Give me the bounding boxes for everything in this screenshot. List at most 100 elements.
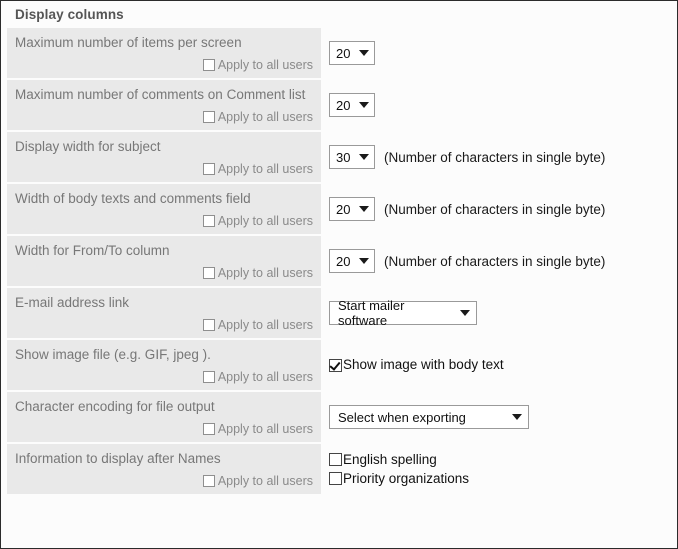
apply-to-all-users-label: Apply to all users xyxy=(217,318,313,332)
english-spelling-control[interactable]: English spelling xyxy=(329,452,672,468)
row-label-cell: Information to display after Names Apply… xyxy=(7,443,321,496)
apply-to-all-users-label: Apply to all users xyxy=(217,162,313,176)
value-wrapper: 20 (Number of characters in single byte) xyxy=(329,249,672,273)
setting-label: Maximum number of comments on Comment li… xyxy=(15,87,306,102)
row-label-cell: Maximum number of comments on Comment li… xyxy=(7,79,321,132)
show-image-with-body-text-label: Show image with body text xyxy=(343,357,504,372)
apply-to-all-users-label: Apply to all users xyxy=(217,370,313,384)
table-row: Maximum number of comments on Comment li… xyxy=(7,79,672,132)
apply-to-all-users-control[interactable]: Apply to all users xyxy=(15,370,313,384)
page-title: Display columns xyxy=(15,7,124,22)
row-label-cell: Show image file (e.g. GIF, jpeg ). Apply… xyxy=(7,339,321,392)
table-row: Width for From/To column Apply to all us… xyxy=(7,235,672,288)
table-row: Character encoding for file output Apply… xyxy=(7,391,672,444)
chevron-down-icon xyxy=(359,258,369,264)
single-byte-hint: (Number of characters in single byte) xyxy=(384,201,606,217)
apply-to-all-users-checkbox[interactable] xyxy=(202,423,215,435)
row-label-cell: E-mail address link Apply to all users xyxy=(7,287,321,340)
value-wrapper: 20 xyxy=(329,41,672,65)
chevron-down-icon xyxy=(359,102,369,108)
apply-to-all-users-checkbox[interactable] xyxy=(202,267,215,279)
table-row: Maximum number of items per screen Apply… xyxy=(7,28,672,80)
body-width-select[interactable]: 20 xyxy=(329,197,375,221)
setting-label: Information to display after Names xyxy=(15,451,221,466)
row-value-cell: 30 (Number of characters in single byte) xyxy=(321,131,672,184)
select-value: 20 xyxy=(336,253,351,269)
chevron-down-icon xyxy=(359,206,369,212)
show-image-with-body-text-checkbox[interactable] xyxy=(329,358,342,372)
english-spelling-checkbox[interactable] xyxy=(329,453,342,466)
max-comments-select[interactable]: 20 xyxy=(329,93,375,117)
table-row: E-mail address link Apply to all users S… xyxy=(7,287,672,340)
chevron-down-icon xyxy=(460,310,470,316)
subject-width-select[interactable]: 30 xyxy=(329,145,375,169)
apply-to-all-users-checkbox[interactable] xyxy=(202,215,215,227)
row-value-cell: English spelling Priority organizations xyxy=(321,443,672,496)
apply-to-all-users-checkbox[interactable] xyxy=(202,111,215,123)
table-row: Display width for subject Apply to all u… xyxy=(7,131,672,184)
apply-to-all-users-control[interactable]: Apply to all users xyxy=(15,162,313,176)
english-spelling-label: English spelling xyxy=(343,451,437,467)
apply-to-all-users-control[interactable]: Apply to all users xyxy=(15,214,313,228)
chevron-down-icon xyxy=(359,50,369,56)
setting-label: Display width for subject xyxy=(15,139,161,154)
select-value: 30 xyxy=(336,149,351,165)
single-byte-hint: (Number of characters in single byte) xyxy=(384,149,606,165)
apply-to-all-users-control[interactable]: Apply to all users xyxy=(15,110,313,124)
from-to-width-select[interactable]: 20 xyxy=(329,249,375,273)
row-value-cell: Select when exporting xyxy=(321,391,672,444)
priority-organizations-control[interactable]: Priority organizations xyxy=(329,471,672,487)
value-wrapper: Select when exporting xyxy=(329,405,672,429)
chevron-down-icon xyxy=(359,154,369,160)
apply-to-all-users-control[interactable]: Apply to all users xyxy=(15,422,313,436)
row-value-cell: 20 (Number of characters in single byte) xyxy=(321,183,672,236)
priority-organizations-checkbox[interactable] xyxy=(329,472,342,485)
setting-label: Character encoding for file output xyxy=(15,399,215,414)
row-value-cell: 20 xyxy=(321,28,672,80)
single-byte-hint: (Number of characters in single byte) xyxy=(384,253,606,269)
row-value-cell: 20 (Number of characters in single byte) xyxy=(321,235,672,288)
display-columns-settings-page: Display columns Maximum number of items … xyxy=(0,0,678,549)
select-value: 20 xyxy=(336,97,351,113)
priority-organizations-label: Priority organizations xyxy=(343,470,470,486)
select-value: Start mailer software xyxy=(338,298,405,328)
table-row: Information to display after Names Apply… xyxy=(7,443,672,496)
apply-to-all-users-label: Apply to all users xyxy=(217,474,313,488)
apply-to-all-users-label: Apply to all users xyxy=(217,58,313,72)
show-image-with-body-text-control[interactable]: Show image with body text xyxy=(329,357,672,373)
select-value: Select when exporting xyxy=(338,409,466,425)
apply-to-all-users-control[interactable]: Apply to all users xyxy=(15,266,313,280)
display-columns-table: Maximum number of items per screen Apply… xyxy=(7,28,672,496)
setting-label: E-mail address link xyxy=(15,295,130,310)
row-label-cell: Character encoding for file output Apply… xyxy=(7,391,321,444)
apply-to-all-users-label: Apply to all users xyxy=(217,266,313,280)
row-value-cell: Show image with body text xyxy=(321,339,672,392)
apply-to-all-users-control[interactable]: Apply to all users xyxy=(15,58,313,72)
setting-label: Width of body texts and comments field xyxy=(15,191,251,206)
value-wrapper: 30 (Number of characters in single byte) xyxy=(329,145,672,169)
apply-to-all-users-control[interactable]: Apply to all users xyxy=(15,474,313,488)
row-label-cell: Maximum number of items per screen Apply… xyxy=(7,28,321,80)
table-row: Show image file (e.g. GIF, jpeg ). Apply… xyxy=(7,339,672,392)
row-value-cell: Start mailer software xyxy=(321,287,672,340)
select-value: 20 xyxy=(336,45,351,61)
chevron-down-icon xyxy=(512,414,522,420)
select-value: 20 xyxy=(336,201,351,217)
apply-to-all-users-checkbox[interactable] xyxy=(202,59,215,71)
apply-to-all-users-checkbox[interactable] xyxy=(202,163,215,175)
character-encoding-select[interactable]: Select when exporting xyxy=(329,405,529,429)
settings-rows: Maximum number of items per screen Apply… xyxy=(7,28,672,496)
setting-label: Width for From/To column xyxy=(15,243,170,258)
table-row: Width of body texts and comments field A… xyxy=(7,183,672,236)
apply-to-all-users-label: Apply to all users xyxy=(217,422,313,436)
email-link-select[interactable]: Start mailer software xyxy=(329,298,477,328)
apply-to-all-users-checkbox[interactable] xyxy=(202,319,215,331)
row-label-cell: Display width for subject Apply to all u… xyxy=(7,131,321,184)
value-wrapper: Start mailer software xyxy=(329,298,672,328)
apply-to-all-users-label: Apply to all users xyxy=(217,214,313,228)
apply-to-all-users-checkbox[interactable] xyxy=(202,371,215,383)
items-per-screen-select[interactable]: 20 xyxy=(329,41,375,65)
apply-to-all-users-checkbox[interactable] xyxy=(202,475,215,487)
apply-to-all-users-control[interactable]: Apply to all users xyxy=(15,318,313,332)
value-wrapper: 20 (Number of characters in single byte) xyxy=(329,197,672,221)
